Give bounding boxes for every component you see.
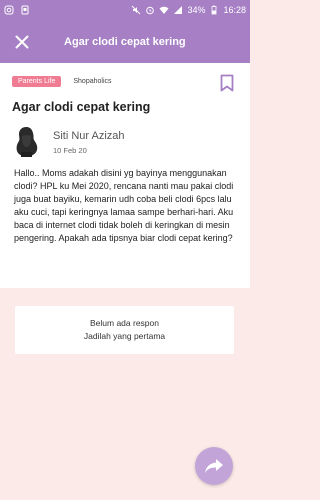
app-bar-title: Agar clodi cepat kering	[64, 35, 186, 48]
wifi-icon	[159, 5, 169, 15]
post-card: Parents Life Shopaholics Agar clodi cepa…	[0, 63, 250, 288]
bookmark-button[interactable]	[220, 74, 234, 92]
post-body: Hallo.. Moms adakah disini yg bayinya me…	[14, 168, 234, 243]
empty-responses-cta: Jadilah yang pertama	[83, 331, 166, 341]
author-name[interactable]: Siti Nur Azizah	[53, 130, 125, 142]
author-info[interactable]: Siti Nur Azizah 10 Feb 20	[14, 126, 125, 158]
close-icon	[15, 35, 29, 48]
instagram-icon	[4, 5, 14, 15]
empty-responses-text: Belum ada respon	[90, 318, 159, 328]
post-title: Agar clodi cepat kering	[12, 100, 151, 114]
tag-row: Parents Life Shopaholics	[12, 76, 112, 87]
alarm-icon	[145, 5, 155, 15]
clock: 16:28	[223, 5, 246, 15]
post-date: 10 Feb 20	[53, 145, 87, 155]
battery-percent: 34%	[187, 5, 206, 15]
share-icon	[205, 459, 223, 473]
close-button[interactable]	[0, 20, 44, 63]
bookmark-icon	[220, 74, 234, 92]
empty-responses-card: Belum ada respon Jadilah yang pertama	[15, 306, 234, 354]
mute-icon	[131, 5, 141, 15]
app-bar: Agar clodi cepat kering	[0, 20, 250, 63]
notification-icon	[20, 5, 30, 15]
battery-icon	[209, 5, 219, 15]
signal-icon	[173, 5, 183, 15]
tag-shopaholics[interactable]: Shopaholics	[73, 78, 111, 85]
status-bar: 34% 16:28	[0, 0, 250, 20]
share-button[interactable]	[195, 447, 233, 485]
tag-parents-life[interactable]: Parents Life	[12, 76, 62, 87]
avatar[interactable]	[14, 126, 39, 158]
